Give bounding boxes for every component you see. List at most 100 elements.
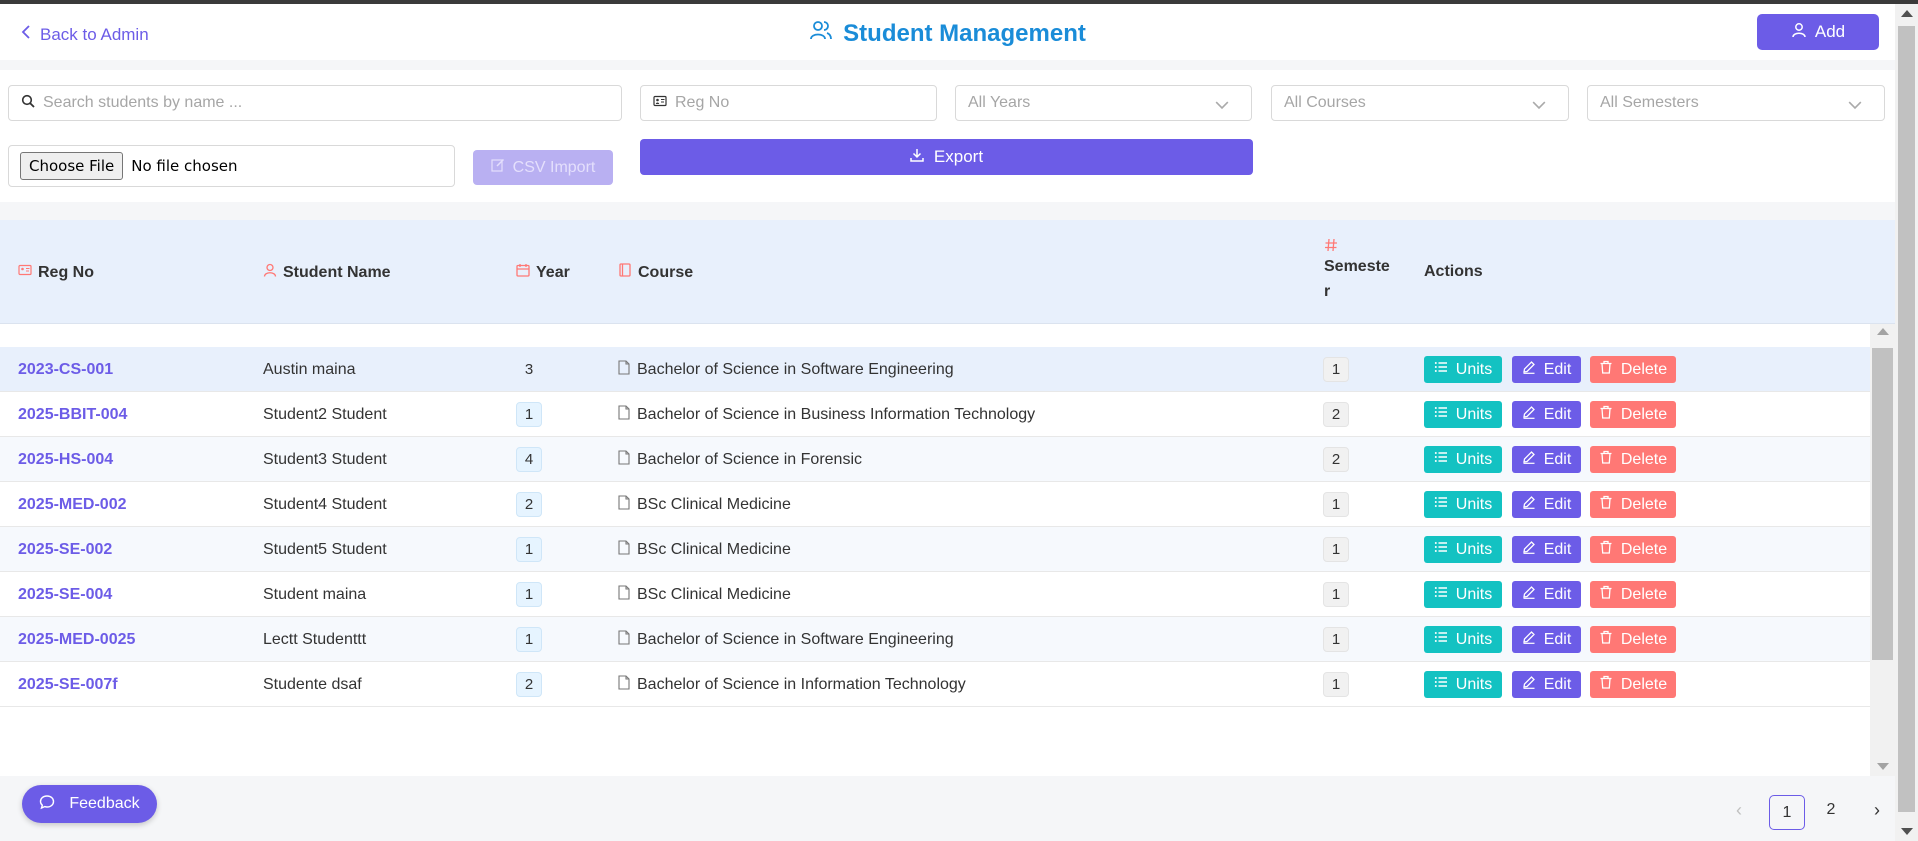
feedback-button[interactable]: Feedback: [22, 785, 157, 823]
semesters-select[interactable]: All Semesters: [1587, 85, 1885, 121]
edit-button[interactable]: Edit: [1512, 356, 1581, 383]
course-cell: Bachelor of Science in Information Techn…: [618, 662, 966, 707]
column-header-semester[interactable]: Semester: [1324, 238, 1394, 304]
column-label: Course: [638, 263, 694, 281]
years-select[interactable]: All Years: [955, 85, 1252, 121]
delete-button[interactable]: Delete: [1590, 536, 1676, 563]
delete-button[interactable]: Delete: [1590, 446, 1676, 473]
edit-button[interactable]: Edit: [1512, 401, 1581, 428]
reg-no-input[interactable]: Reg No: [640, 85, 937, 121]
page-title: Student Management: [0, 18, 1895, 49]
trash-icon: [1599, 675, 1613, 694]
edit-button[interactable]: Edit: [1512, 671, 1581, 698]
table-row[interactable]: 2025-MED-0025 Lectt Studenttt 1 Bachelor of…: [0, 617, 1870, 662]
table-row[interactable]: 2025-HS-004 Student3 Student 4 Bachelor of …: [0, 437, 1870, 482]
file-icon: [618, 449, 630, 470]
scroll-up-arrow-icon[interactable]: [1901, 10, 1913, 17]
scroll-down-arrow-icon[interactable]: [1877, 763, 1889, 770]
reg-no-link[interactable]: 2025-MED-0025: [18, 617, 135, 662]
delete-button[interactable]: Delete: [1590, 671, 1676, 698]
reg-no-link[interactable]: 2025-HS-004: [18, 437, 113, 482]
list-icon: [1434, 405, 1448, 424]
list-icon: [1434, 585, 1448, 604]
scrollbar-thumb[interactable]: [1898, 26, 1915, 812]
table-row[interactable]: 2025-BBIT-004 Student2 Student 1 Bachelor o…: [0, 392, 1870, 437]
column-label: Semester: [1324, 258, 1390, 300]
page-scrollbar[interactable]: [1895, 4, 1918, 841]
delete-button[interactable]: Delete: [1590, 401, 1676, 428]
reg-no-link[interactable]: 2025-BBIT-004: [18, 392, 127, 437]
students-table: Reg No Student Name Year Course Semester: [0, 220, 1895, 776]
edit-label: Edit: [1543, 630, 1572, 648]
table-scrollbar[interactable]: [1870, 324, 1895, 776]
column-label: Reg No: [38, 263, 94, 281]
hash-icon: [1324, 238, 1394, 252]
list-icon: [1434, 360, 1448, 379]
units-button[interactable]: Units: [1424, 536, 1502, 563]
units-button[interactable]: Units: [1424, 581, 1502, 608]
pencil-icon: [1522, 360, 1536, 379]
delete-button[interactable]: Delete: [1590, 356, 1676, 383]
course-cell: Bachelor of Science in Business Informat…: [618, 392, 1035, 437]
units-label: Units: [1455, 585, 1493, 603]
delete-label: Delete: [1620, 405, 1668, 423]
table-row[interactable]: 2025-SE-004 Student maina 1 BSc Clinical Me…: [0, 572, 1870, 617]
semester-badge: 1: [1323, 582, 1349, 607]
column-header-year[interactable]: Year: [516, 263, 570, 282]
table-row[interactable]: 2025-SE-002 Student5 Student 1 BSc Clinical…: [0, 527, 1870, 572]
delete-button[interactable]: Delete: [1590, 581, 1676, 608]
units-button[interactable]: Units: [1424, 626, 1502, 653]
year-badge: 1: [516, 402, 542, 427]
units-button[interactable]: Units: [1424, 491, 1502, 518]
column-header-student-name[interactable]: Student Name: [263, 263, 391, 282]
course-cell: BSc Clinical Medicine: [618, 527, 791, 572]
scroll-up-arrow-icon[interactable]: [1877, 328, 1889, 335]
delete-button[interactable]: Delete: [1590, 626, 1676, 653]
list-icon: [1434, 630, 1448, 649]
pencil-icon: [1522, 630, 1536, 649]
year-badge: 1: [516, 537, 542, 562]
delete-label: Delete: [1620, 675, 1668, 693]
edit-button[interactable]: Edit: [1512, 491, 1581, 518]
edit-button[interactable]: Edit: [1512, 581, 1581, 608]
units-button[interactable]: Units: [1424, 671, 1502, 698]
table-row[interactable]: 2023-CS-001 Austin maina 3 Bachelor of Scie…: [0, 347, 1870, 392]
scrollbar-thumb[interactable]: [1872, 348, 1893, 660]
edit-button[interactable]: Edit: [1512, 446, 1581, 473]
export-label: Export: [933, 147, 984, 166]
file-icon: [618, 584, 630, 605]
page-title-text: Student Management: [843, 19, 1086, 47]
column-header-reg-no[interactable]: Reg No: [18, 263, 94, 282]
edit-button[interactable]: Edit: [1512, 626, 1581, 653]
semesters-select-value: All Semesters: [1600, 94, 1699, 111]
units-button[interactable]: Units: [1424, 401, 1502, 428]
courses-select[interactable]: All Courses: [1271, 85, 1569, 121]
delete-button[interactable]: Delete: [1590, 491, 1676, 518]
units-button[interactable]: Units: [1424, 356, 1502, 383]
user-icon: [1791, 22, 1807, 43]
table-row[interactable]: 2025-SE-007f Studente dsaf 2 Bachelor of Sc…: [0, 662, 1870, 707]
search-input[interactable]: Search students by name ...: [8, 85, 622, 121]
semester-badge: 2: [1323, 402, 1349, 427]
add-student-button[interactable]: Add: [1757, 14, 1879, 50]
pagination-page-2[interactable]: 2: [1816, 795, 1846, 825]
export-button[interactable]: Export: [640, 139, 1253, 175]
column-header-course[interactable]: Course: [618, 263, 693, 282]
reg-no-link[interactable]: 2025-SE-004: [18, 572, 112, 617]
units-button[interactable]: Units: [1424, 446, 1502, 473]
edit-button[interactable]: Edit: [1512, 536, 1581, 563]
csv-import-button[interactable]: CSV Import: [473, 150, 613, 185]
reg-no-link[interactable]: 2025-MED-002: [18, 482, 127, 527]
reg-no-link[interactable]: 2023-CS-001: [18, 347, 113, 392]
table-row[interactable]: 2025-MED-002 Student4 Student 2 BSc Clinica…: [0, 482, 1870, 527]
reg-no-link[interactable]: 2025-SE-007f: [18, 662, 118, 707]
student-name: Student maina: [263, 585, 367, 603]
pagination-prev-button[interactable]: ‹: [1728, 795, 1750, 825]
choose-file-button[interactable]: Choose File: [20, 152, 124, 180]
scroll-down-arrow-icon[interactable]: [1901, 828, 1913, 835]
year-badge: 1: [516, 582, 542, 607]
course-name: Bachelor of Science in Software Engineer…: [637, 630, 954, 648]
pagination-next-button[interactable]: ›: [1866, 795, 1888, 825]
pagination-page-1[interactable]: 1: [1769, 795, 1805, 830]
reg-no-link[interactable]: 2025-SE-002: [18, 527, 112, 572]
